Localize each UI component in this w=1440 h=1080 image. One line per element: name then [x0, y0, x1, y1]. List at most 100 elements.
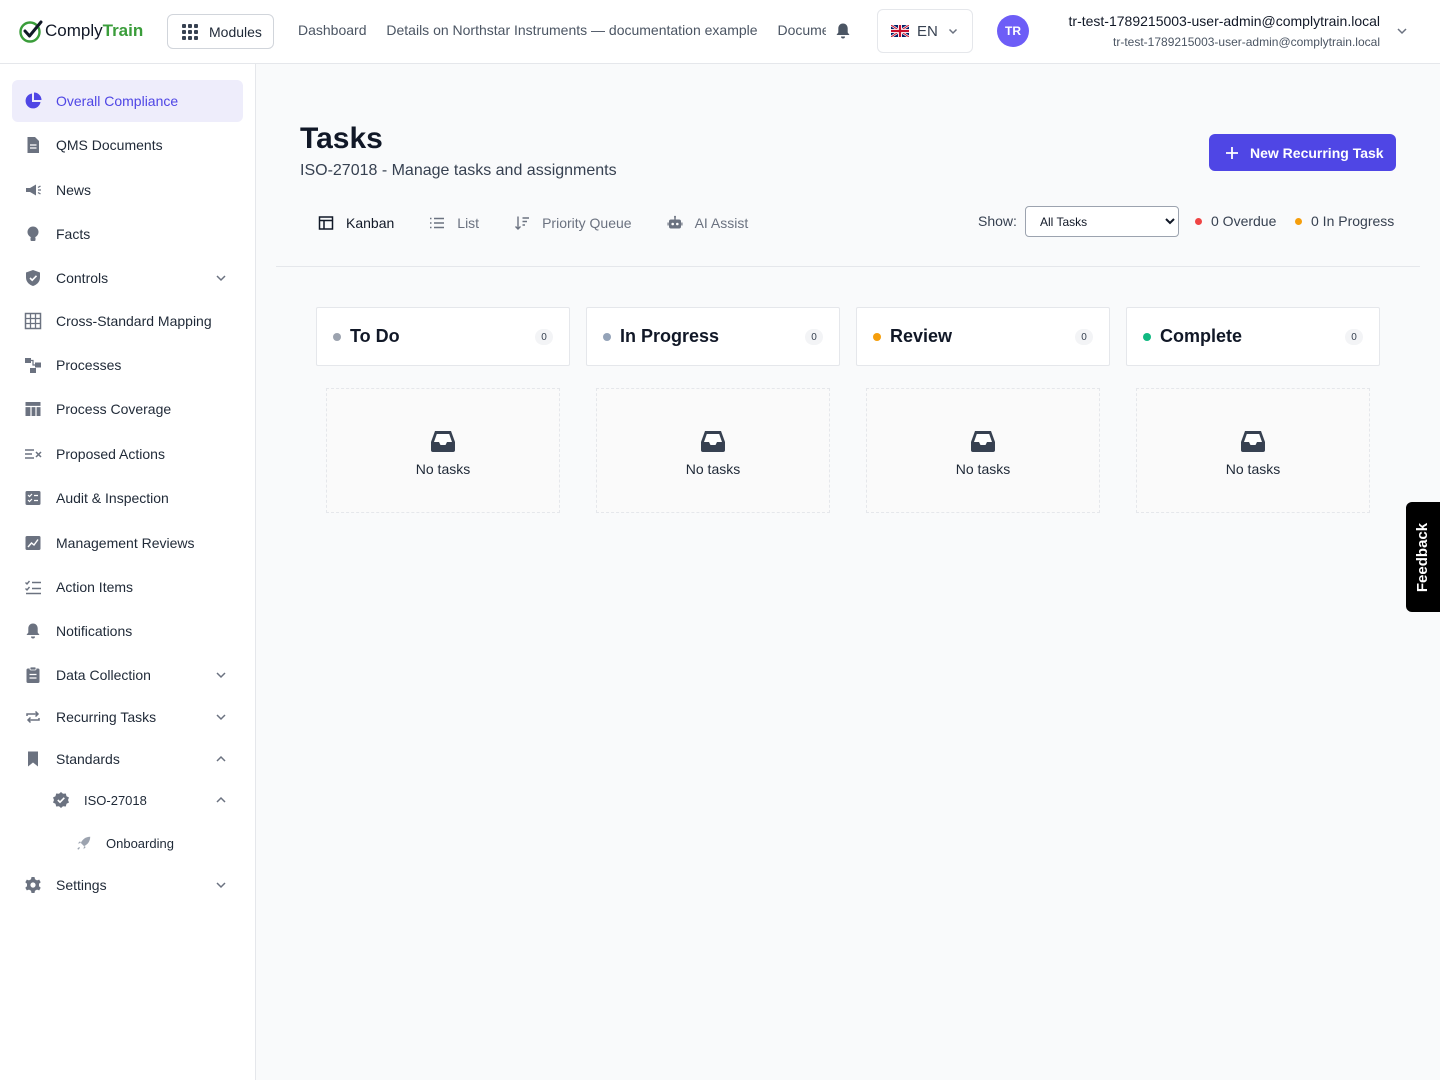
sidebar-item-label: Overall Compliance — [56, 93, 179, 109]
sidebar-item-proposed-actions[interactable]: Proposed Actions — [12, 433, 243, 475]
sidebar-item-action-items[interactable]: Action Items — [12, 566, 243, 608]
chevron-up-icon[interactable] — [215, 794, 227, 806]
logo-text-comply: Comply — [45, 21, 103, 40]
sidebar-item-notifications[interactable]: Notifications — [12, 610, 243, 652]
tab-ai-assist[interactable]: AI Assist — [667, 215, 749, 231]
feedback-tab[interactable]: Feedback — [1406, 502, 1440, 612]
column-count-badge: 0 — [805, 329, 823, 345]
bookmark-icon — [28, 751, 38, 767]
empty-dropzone-review[interactable]: No tasks — [866, 388, 1100, 513]
in-progress-count: 0 In Progress — [1295, 213, 1394, 229]
chevron-down-icon[interactable] — [215, 272, 227, 284]
overdue-count: 0 Overdue — [1195, 213, 1276, 229]
avatar[interactable]: TR — [997, 15, 1029, 47]
sidebar-item-label: Notifications — [56, 623, 133, 639]
sidebar-item-overall-compliance[interactable]: Overall Compliance — [12, 80, 243, 122]
kanban-column-todo: To Do 0 — [316, 307, 570, 366]
sidebar-item-settings[interactable]: Settings — [12, 864, 243, 906]
table-icon — [25, 402, 41, 416]
column-title: To Do — [350, 326, 400, 346]
show-filter-select[interactable]: All Tasks — [1025, 206, 1179, 237]
modules-button[interactable]: Modules — [167, 14, 274, 49]
tab-list[interactable]: List — [429, 215, 479, 231]
sidebar-item-facts[interactable]: Facts — [12, 213, 243, 255]
column-title: In Progress — [620, 326, 720, 346]
sidebar-item-label: Process Coverage — [56, 401, 172, 417]
breadcrumb: Dashboard Details on Northstar Instrumen… — [298, 22, 826, 42]
breadcrumb-documents[interactable]: Documents — [777, 22, 826, 38]
overdue-dot — [1195, 217, 1202, 225]
column-title: Review — [890, 326, 953, 346]
modules-label: Modules — [209, 23, 262, 40]
sidebar-item-label: Controls — [56, 270, 109, 286]
sidebar-item-processes[interactable]: Processes — [12, 344, 243, 386]
feedback-label: Feedback — [1414, 522, 1432, 592]
sidebar-item-label: Data Collection — [56, 667, 151, 683]
complytrain-logo[interactable]: ComplyTrain — [18, 17, 143, 45]
language-selector[interactable]: EN — [877, 9, 973, 53]
breadcrumb-details[interactable]: Details on Northstar Instruments — docum… — [386, 22, 757, 38]
checklist-icon — [25, 491, 41, 505]
uk-flag-icon — [891, 25, 909, 37]
sidebar-item-iso-27018[interactable]: ISO-27018 — [40, 779, 243, 821]
chevron-up-icon[interactable] — [215, 753, 227, 765]
sidebar-item-label: Processes — [56, 357, 122, 373]
tab-kanban[interactable]: Kanban — [318, 215, 394, 231]
sidebar-item-label: News — [56, 182, 92, 198]
notification-bell-icon[interactable] — [834, 22, 852, 40]
sidebar-item-audit-inspection[interactable]: Audit & Inspection — [12, 477, 243, 519]
user-menu-chevron-icon[interactable] — [1396, 25, 1408, 37]
divider — [276, 266, 1420, 267]
pie-chart-icon — [25, 92, 42, 109]
inbox-icon — [971, 431, 995, 452]
empty-dropzone-in-progress[interactable]: No tasks — [596, 388, 830, 513]
in-progress-label: 0 In Progress — [1311, 213, 1395, 229]
bell-icon — [26, 623, 40, 639]
empty-state-text: No tasks — [955, 461, 1011, 477]
sidebar-item-label: Proposed Actions — [56, 446, 165, 462]
tab-priority-queue[interactable]: Priority Queue — [514, 215, 632, 231]
user-name[interactable]: tr-test-1789215003-user-admin@complytrai… — [1069, 13, 1380, 29]
empty-dropzone-complete[interactable]: No tasks — [1136, 388, 1370, 513]
tab-label: Kanban — [346, 215, 395, 231]
sidebar-item-qms-documents[interactable]: QMS Documents — [12, 124, 243, 166]
list-x-icon — [25, 449, 42, 459]
sidebar-item-data-collection[interactable]: Data Collection — [12, 654, 243, 696]
column-status-dot — [333, 332, 341, 341]
repeat-icon — [26, 710, 40, 724]
column-status-dot — [873, 332, 881, 341]
sidebar-item-process-coverage[interactable]: Process Coverage — [12, 388, 243, 430]
kanban-column-review: Review 0 — [856, 307, 1110, 366]
shield-icon — [26, 270, 40, 286]
column-count-badge: 0 — [1075, 329, 1093, 345]
overdue-label: 0 Overdue — [1211, 213, 1277, 229]
page-subtitle: ISO-27018 - Manage tasks and assignments — [300, 162, 617, 179]
sidebar-item-cross-standard-mapping[interactable]: Cross-Standard Mapping — [12, 300, 243, 342]
megaphone-icon — [26, 184, 41, 196]
empty-dropzone-todo[interactable]: No tasks — [326, 388, 560, 513]
sidebar-item-controls[interactable]: Controls — [12, 257, 243, 299]
new-recurring-task-button[interactable]: New Recurring Task — [1209, 134, 1396, 171]
chart-review-icon — [25, 536, 41, 550]
chevron-down-icon[interactable] — [215, 879, 227, 891]
sidebar-item-management-reviews[interactable]: Management Reviews — [12, 522, 243, 564]
sidebar-item-onboarding[interactable]: Onboarding — [64, 822, 243, 864]
column-status-dot — [603, 332, 611, 341]
chevron-down-icon[interactable] — [215, 669, 227, 681]
tab-label: AI Assist — [694, 215, 749, 231]
chevron-down-icon[interactable] — [215, 711, 227, 723]
sidebar-item-news[interactable]: News — [12, 169, 243, 211]
column-title: Complete — [1160, 326, 1243, 346]
empty-state-text: No tasks — [415, 461, 471, 477]
breadcrumb-dashboard[interactable]: Dashboard — [298, 22, 367, 38]
sidebar-item-recurring-tasks[interactable]: Recurring Tasks — [12, 696, 243, 738]
new-recurring-task-label: New Recurring Task — [1250, 144, 1384, 161]
top-header: ComplyTrain Modules Dashboard Details on… — [0, 0, 1440, 64]
tab-label: List — [457, 215, 480, 231]
sidebar-item-label: Facts — [56, 226, 91, 242]
sidebar-item-label: Cross-Standard Mapping — [56, 313, 212, 329]
inbox-icon — [431, 431, 455, 452]
sidebar-item-standards[interactable]: Standards — [12, 738, 243, 780]
kanban-column-in-progress: In Progress 0 — [586, 307, 840, 366]
chevron-down-icon — [948, 28, 957, 35]
